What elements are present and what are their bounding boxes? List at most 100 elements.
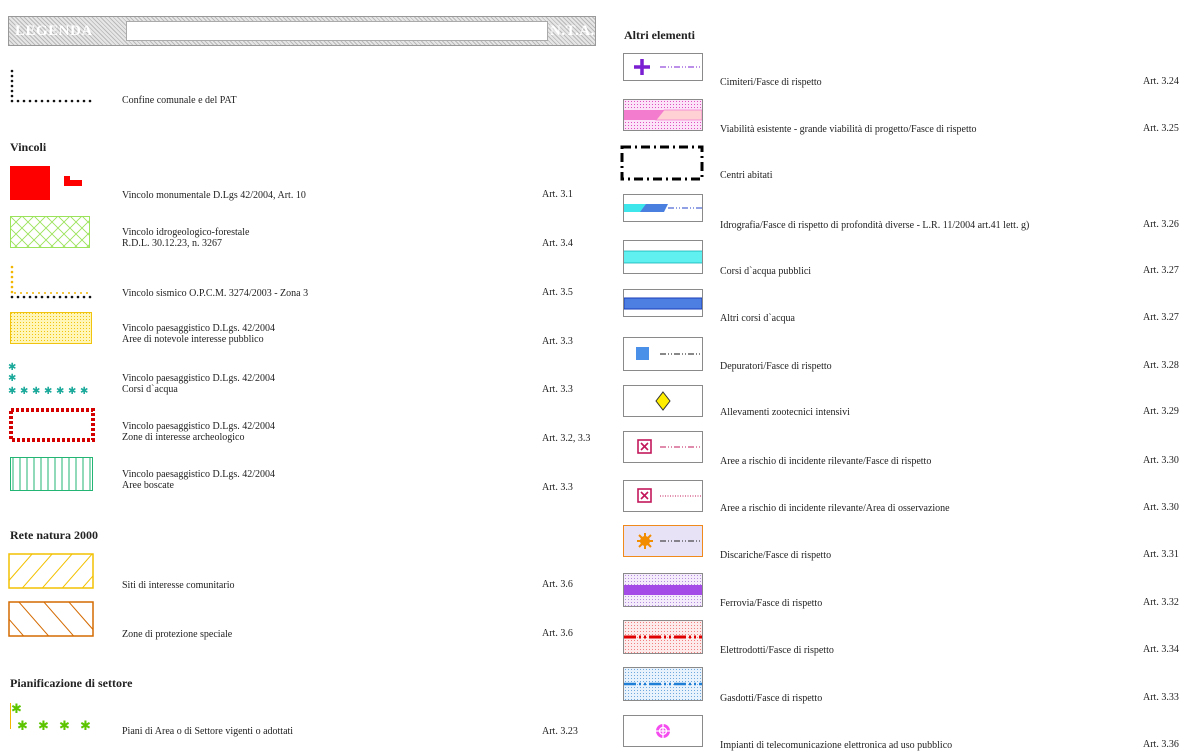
art-ref: Art. 3.25 <box>1143 123 1179 134</box>
red-diamond-border-icon <box>7 406 97 444</box>
blue-band-icon <box>623 289 703 317</box>
element-label: Cimiteri/Fasce di rispetto <box>720 77 822 88</box>
element-label: Altri corsi d`acqua <box>720 313 795 324</box>
vincolo-label: Vincolo paesaggistico D.Lgs. 42/2004 <box>122 373 275 384</box>
art-ref: Art. 3.2, 3.3 <box>542 433 591 444</box>
dotted-boundary-icon <box>9 68 94 104</box>
nta-label: N.T.A. <box>550 23 595 39</box>
art-ref: Art. 3.27 <box>1143 265 1179 276</box>
element-label: Impianti di telecomunicazione elettronic… <box>720 740 953 751</box>
art-ref: Art. 3.36 <box>1143 739 1179 750</box>
art-ref: Art. 3.27 <box>1143 312 1179 323</box>
green-crosshatch-icon <box>10 216 90 248</box>
art-ref: Art. 3.31 <box>1143 549 1179 560</box>
vincolo-label: R.D.L. 30.12.23, n. 3267 <box>122 238 222 249</box>
svg-text:✱: ✱ <box>17 719 28 734</box>
natura-label: Zone di protezione speciale <box>122 629 233 640</box>
vincolo-label: Vincolo paesaggistico D.Lgs. 42/2004 <box>122 469 275 480</box>
svg-text:✱: ✱ <box>68 386 76 396</box>
orange-hatch-icon <box>8 601 94 637</box>
legend-title: LEGENDA <box>15 23 93 39</box>
vincolo-label: Zone di interesse archeologico <box>122 432 245 443</box>
vincolo-label: Vincolo paesaggistico D.Lgs. 42/2004 <box>122 323 275 334</box>
element-label: Aree a rischio di incidente rilevante/Fa… <box>720 456 932 467</box>
natura-label: Siti di interesse comunitario <box>122 580 235 591</box>
yellow-dots-icon <box>10 312 92 344</box>
altri-elementi-title: Altri elementi <box>624 28 695 42</box>
dashdot-rect-icon <box>620 145 704 181</box>
green-stars-icon: ✱ ✱ ✱ ✱ ✱ <box>9 700 99 736</box>
art-ref: Art. 3.6 <box>542 579 573 590</box>
vincolo-label: Vincolo sismico O.P.C.M. 3274/2003 - Zon… <box>122 288 309 299</box>
art-ref: Art. 3.24 <box>1143 76 1179 87</box>
element-label: Ferrovia/Fasce di rispetto <box>720 598 823 609</box>
road-icon <box>623 99 703 131</box>
vincolo-label: Corsi d`acqua <box>122 384 178 395</box>
element-label: Viabilità esistente - grande viabilità d… <box>720 124 977 135</box>
art-ref: Art. 3.30 <box>1143 502 1179 513</box>
blue-gas-line-icon <box>623 667 703 701</box>
art-ref: Art. 3.28 <box>1143 360 1179 371</box>
art-ref: Art. 3.1 <box>542 189 573 200</box>
element-label: Idrografia/Fasce di rispetto di profondi… <box>720 220 1030 231</box>
element-label: Gasdotti/Fasce di rispetto <box>720 693 823 704</box>
vincolo-label: Aree di notevole interesse pubblico <box>122 334 264 345</box>
cross-icon <box>623 53 703 81</box>
green-vertical-lines-icon <box>10 457 93 491</box>
art-ref: Art. 3.23 <box>542 726 578 737</box>
vincolo-label: Vincolo monumentale D.Lgs 42/2004, Art. … <box>122 190 306 201</box>
boxed-x-dotted-icon <box>623 480 703 512</box>
svg-text:✱: ✱ <box>59 719 70 734</box>
art-ref: Art. 3.5 <box>542 287 573 298</box>
element-label: Aree a rischio di incidente rilevante/Ar… <box>720 503 950 514</box>
art-ref: Art. 3.29 <box>1143 406 1179 417</box>
svg-text:✱: ✱ <box>80 719 91 734</box>
art-ref: Art. 3.6 <box>542 628 573 639</box>
boundary-label: Confine comunale e del PAT <box>122 95 237 106</box>
svg-text:✱: ✱ <box>11 702 22 717</box>
svg-text:✱: ✱ <box>8 386 16 396</box>
cyan-band-icon <box>623 240 703 274</box>
settore-label: Piani di Area o di Settore vigenti o ado… <box>122 726 294 737</box>
element-label: Elettrodotti/Fasce di rispetto <box>720 645 834 656</box>
svg-text:✱: ✱ <box>80 386 88 396</box>
settore-title: Pianificazione di settore <box>10 676 133 690</box>
art-ref: Art. 3.3 <box>542 384 573 395</box>
natura-title: Rete natura 2000 <box>10 528 98 542</box>
boxed-x-icon <box>623 431 703 463</box>
svg-text:✱: ✱ <box>32 386 40 396</box>
yellow-hatch-icon <box>8 553 94 589</box>
art-ref: Art. 3.30 <box>1143 455 1179 466</box>
art-ref: Art. 3.4 <box>542 238 573 249</box>
orange-gear-icon <box>623 525 703 557</box>
yellow-diamond-icon <box>623 385 703 417</box>
vincolo-label: Aree boscate <box>122 480 174 491</box>
red-power-line-icon <box>623 620 703 654</box>
svg-text:✱: ✱ <box>20 386 28 396</box>
element-label: Allevamenti zootecnici intensivi <box>720 407 850 418</box>
element-label: Centri abitati <box>720 170 773 181</box>
vincoli-title: Vincoli <box>10 140 47 154</box>
svg-text:✱: ✱ <box>8 362 16 373</box>
svg-text:✱: ✱ <box>56 386 64 396</box>
element-label: Depuratori/Fasce di rispetto <box>720 361 832 372</box>
element-label: Discariche/Fasce di rispetto <box>720 550 832 561</box>
svg-text:✱: ✱ <box>8 373 16 384</box>
art-ref: Art. 3.34 <box>1143 644 1179 655</box>
purple-rail-icon <box>623 573 703 607</box>
teal-stars-icon: ✱ ✱ ✱ ✱ ✱ ✱ ✱ ✱ ✱ <box>8 360 94 397</box>
svg-text:✱: ✱ <box>38 719 49 734</box>
vincolo-label: Vincolo idrogeologico-forestale <box>122 227 250 238</box>
blue-square-icon <box>623 337 703 371</box>
red-block-icon <box>10 166 85 200</box>
art-ref: Art. 3.26 <box>1143 219 1179 230</box>
element-label: Corsi d`acqua pubblici <box>720 266 812 277</box>
art-ref: Art. 3.3 <box>542 482 573 493</box>
hydro-icon <box>623 194 703 222</box>
legend-header-field <box>126 21 548 41</box>
antenna-icon <box>623 715 703 747</box>
vincolo-label: Vincolo paesaggistico D.Lgs. 42/2004 <box>122 421 275 432</box>
art-ref: Art. 3.32 <box>1143 597 1179 608</box>
dotted-corner-icon <box>9 264 94 300</box>
art-ref: Art. 3.33 <box>1143 692 1179 703</box>
